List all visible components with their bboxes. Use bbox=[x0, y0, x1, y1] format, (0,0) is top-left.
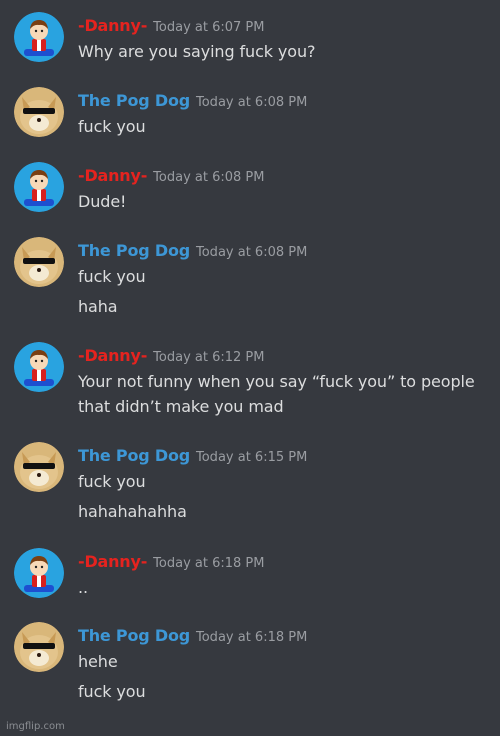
username[interactable]: -Danny- bbox=[78, 552, 147, 571]
message-text: hehe bbox=[78, 652, 118, 671]
message-header: The Pog Dog Today at 6:08 PM bbox=[78, 241, 307, 260]
message-text: Dude! bbox=[78, 192, 127, 211]
message-text: .. bbox=[78, 578, 88, 597]
timestamp: Today at 6:12 PM bbox=[153, 350, 265, 365]
message-header: The Pog Dog Today at 6:15 PM bbox=[78, 446, 307, 465]
timestamp: Today at 6:08 PM bbox=[196, 245, 308, 260]
timestamp: Today at 6:07 PM bbox=[153, 20, 265, 35]
message-header: -Danny- Today at 6:18 PM bbox=[78, 552, 264, 571]
message-text: fuck you bbox=[78, 682, 146, 701]
timestamp: Today at 6:15 PM bbox=[196, 450, 308, 465]
watermark: imgflip.com bbox=[6, 721, 65, 732]
username[interactable]: -Danny- bbox=[78, 166, 147, 185]
message-header: -Danny- Today at 6:07 PM bbox=[78, 16, 264, 35]
message-text: Why are you saying fuck you? bbox=[78, 42, 316, 61]
username[interactable]: The Pog Dog bbox=[78, 241, 190, 260]
message-text: fuck you bbox=[78, 267, 146, 286]
username[interactable]: The Pog Dog bbox=[78, 626, 190, 645]
timestamp: Today at 6:08 PM bbox=[196, 95, 308, 110]
timestamp: Today at 6:18 PM bbox=[153, 556, 265, 571]
message-header: The Pog Dog Today at 6:18 PM bbox=[78, 626, 307, 645]
message-header: The Pog Dog Today at 6:08 PM bbox=[78, 91, 307, 110]
username[interactable]: -Danny- bbox=[78, 16, 147, 35]
danny-avatar-icon[interactable] bbox=[14, 548, 64, 598]
message-header: -Danny- Today at 6:12 PM bbox=[78, 346, 264, 365]
danny-avatar-icon[interactable] bbox=[14, 12, 64, 62]
timestamp: Today at 6:08 PM bbox=[153, 170, 265, 185]
pog-avatar-icon[interactable] bbox=[14, 87, 64, 137]
message-text: Your not funny when you say “fuck you” t… bbox=[78, 372, 475, 391]
pog-avatar-icon[interactable] bbox=[14, 622, 64, 672]
danny-avatar-icon[interactable] bbox=[14, 162, 64, 212]
timestamp: Today at 6:18 PM bbox=[196, 630, 308, 645]
message-text: that didn’t make you mad bbox=[78, 397, 284, 416]
pog-avatar-icon[interactable] bbox=[14, 237, 64, 287]
username[interactable]: The Pog Dog bbox=[78, 446, 190, 465]
message-text: haha bbox=[78, 297, 118, 316]
pog-avatar-icon[interactable] bbox=[14, 442, 64, 492]
danny-avatar-icon[interactable] bbox=[14, 342, 64, 392]
message-text: fuck you bbox=[78, 472, 146, 491]
message-text: hahahahahha bbox=[78, 502, 187, 521]
message-header: -Danny- Today at 6:08 PM bbox=[78, 166, 264, 185]
message-text: fuck you bbox=[78, 117, 146, 136]
username[interactable]: -Danny- bbox=[78, 346, 147, 365]
username[interactable]: The Pog Dog bbox=[78, 91, 190, 110]
